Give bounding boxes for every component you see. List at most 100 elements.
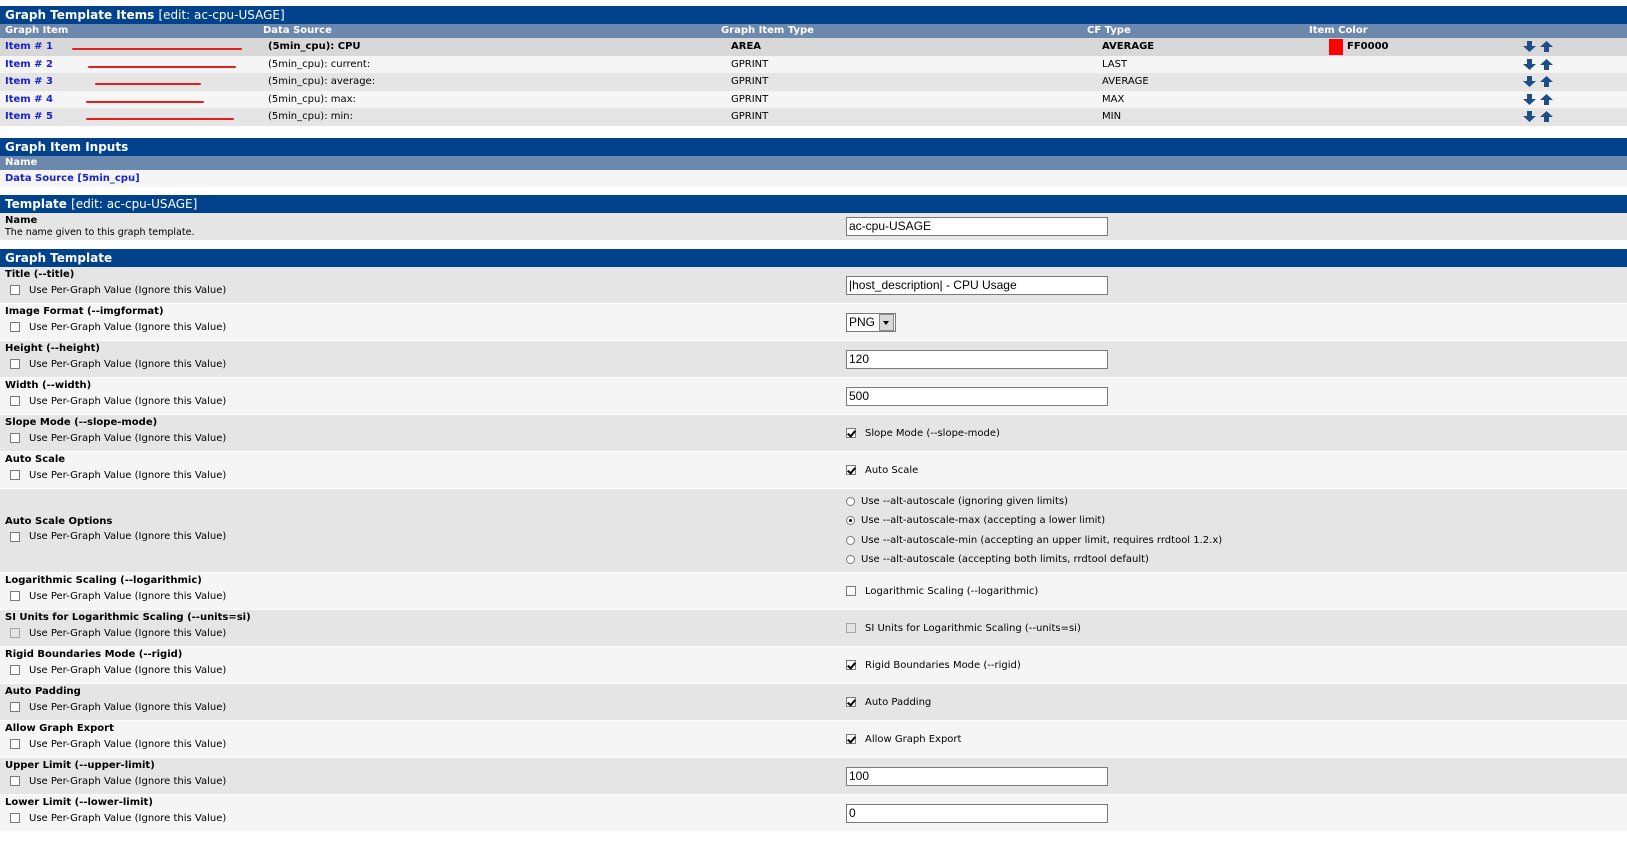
col-graph-item: Graph Item (5, 25, 69, 36)
items-section-edit-link[interactable]: [edit: ac-cpu-USAGE] (158, 8, 284, 22)
arrow-up-icon[interactable] (1540, 76, 1553, 88)
template-section-edit-link[interactable]: [edit: ac-cpu-USAGE] (71, 197, 197, 211)
per-graph-checkbox[interactable] (10, 628, 20, 638)
autoscale-radio-label: Use --alt-autoscale (ignoring given limi… (861, 495, 1069, 507)
slope-mode-checkbox[interactable] (846, 428, 856, 438)
arrow-down-icon[interactable] (1523, 58, 1536, 70)
col-item-color: Item Color (1309, 25, 1368, 36)
list-item[interactable]: Data Source [5min_cpu] (0, 169, 1627, 187)
imgformat-select[interactable]: PNG (846, 312, 896, 332)
arrow-down-icon[interactable] (1523, 111, 1536, 123)
graph-item-link[interactable]: Item # 5 (5, 111, 53, 122)
per-graph-checkbox[interactable] (10, 285, 20, 295)
table-row[interactable]: Item # 1 (5min_cpu): CPU AREA AVERAGE FF… (0, 38, 1627, 56)
imgformat-value: PNG (849, 315, 876, 329)
per-graph-checkbox[interactable] (10, 433, 20, 443)
si-units-label: SI Units for Logarithmic Scaling (--unit… (5, 612, 251, 623)
per-graph-checkbox[interactable] (10, 665, 20, 675)
arrow-up-icon[interactable] (1540, 111, 1553, 123)
per-graph-checkbox[interactable] (10, 322, 20, 332)
export-check-label: Allow Graph Export (865, 733, 962, 745)
redaction-scribble (72, 48, 242, 50)
items-section-header: Graph Template Items [edit: ac-cpu-USAGE… (0, 6, 1627, 24)
arrow-down-icon[interactable] (1523, 93, 1536, 105)
export-checkbox[interactable] (846, 734, 856, 744)
per-graph-checkbox[interactable] (10, 470, 20, 480)
template-section-title: Template (5, 197, 67, 211)
per-graph-checkbox[interactable] (10, 359, 20, 369)
graph-item-link[interactable]: Item # 2 (5, 59, 53, 70)
color-swatch (1329, 38, 1343, 55)
title-label: Title (--title) (5, 269, 75, 280)
autoscale-max-radio[interactable] (846, 516, 855, 526)
per-graph-label: Use Per-Graph Value (Ignore this Value) (29, 469, 227, 481)
log-row: Logarithmic Scaling (--logarithmic) Use … (0, 573, 1627, 610)
arrow-up-icon[interactable] (1540, 58, 1553, 70)
per-graph-label: Use Per-Graph Value (Ignore this Value) (29, 395, 227, 407)
autoscale-min-radio[interactable] (846, 535, 855, 545)
chevron-down-icon[interactable] (879, 313, 894, 331)
lower-limit-input[interactable]: 0 (846, 803, 1108, 823)
upper-limit-row: Upper Limit (--upper-limit) Use Per-Grap… (0, 758, 1627, 795)
template-name-label: Name (5, 215, 38, 226)
export-row: Allow Graph Export Use Per-Graph Value (… (0, 721, 1627, 758)
table-row[interactable]: Item # 2 (5min_cpu): current: GPRINT LAS… (0, 55, 1627, 73)
autoscale-max-radio-label: Use --alt-autoscale-max (accepting a low… (861, 515, 1106, 527)
width-row: Width (--width) Use Per-Graph Value (Ign… (0, 378, 1627, 415)
arrow-down-icon[interactable] (1523, 76, 1536, 88)
autoscale-both-radio[interactable] (846, 555, 855, 565)
autoscale-options-row: Auto Scale Options Use Per-Graph Value (… (0, 489, 1627, 573)
slope-mode-check-label: Slope Mode (--slope-mode) (865, 427, 1000, 439)
table-row[interactable]: Item # 3 (5min_cpu): average: GPRINT AVE… (0, 73, 1627, 91)
imgformat-label: Image Format (--imgformat) (5, 306, 164, 317)
table-row[interactable]: Item # 4 (5min_cpu): max: GPRINT MAX (0, 90, 1627, 108)
item-type-cell: GPRINT (731, 93, 769, 105)
items-section-title: Graph Template Items (5, 8, 155, 22)
si-units-checkbox[interactable] (846, 623, 856, 633)
log-checkbox[interactable] (846, 586, 856, 596)
autoscale-radio[interactable] (846, 496, 855, 506)
template-name-desc: The name given to this graph template. (5, 227, 195, 238)
per-graph-checkbox[interactable] (10, 813, 20, 823)
height-input[interactable]: 120 (846, 349, 1108, 369)
item-type-cell: GPRINT (731, 58, 769, 70)
col-cf-type: CF Type (1087, 25, 1131, 36)
per-graph-label: Use Per-Graph Value (Ignore this Value) (29, 432, 227, 444)
per-graph-label: Use Per-Graph Value (Ignore this Value) (29, 284, 227, 296)
inputs-column-header: Name (0, 155, 1627, 170)
per-graph-checkbox[interactable] (10, 591, 20, 601)
redaction-scribble (86, 100, 204, 103)
per-graph-label: Use Per-Graph Value (Ignore this Value) (29, 775, 227, 787)
per-graph-checkbox[interactable] (10, 776, 20, 786)
template-section-header: Template [edit: ac-cpu-USAGE] (0, 195, 1627, 213)
template-name-input[interactable]: ac-cpu-USAGE (846, 217, 1108, 236)
col-graph-item-type: Graph Item Type (721, 25, 814, 36)
width-input[interactable]: 500 (846, 386, 1108, 406)
arrow-up-icon[interactable] (1540, 93, 1553, 105)
title-input[interactable]: |host_description| - CPU Usage (846, 275, 1108, 295)
per-graph-checkbox[interactable] (10, 531, 20, 542)
data-source-input-link[interactable]: Data Source [5min_cpu] (5, 173, 140, 184)
graph-item-link[interactable]: Item # 4 (5, 94, 53, 105)
graph-item-link[interactable]: Item # 1 (5, 41, 53, 52)
redaction-scribble (95, 83, 201, 85)
upper-limit-input[interactable]: 100 (846, 766, 1108, 786)
padding-checkbox[interactable] (846, 697, 856, 707)
data-source-cell: (5min_cpu): average: (268, 76, 376, 87)
per-graph-checkbox[interactable] (10, 396, 20, 406)
per-graph-label: Use Per-Graph Value (Ignore this Value) (29, 738, 227, 750)
autoscale-checkbox[interactable] (846, 465, 856, 475)
graph-item-link[interactable]: Item # 3 (5, 76, 53, 87)
col-data-source: Data Source (263, 25, 332, 36)
per-graph-label: Use Per-Graph Value (Ignore this Value) (29, 812, 227, 824)
arrow-up-icon[interactable] (1540, 41, 1553, 53)
table-row[interactable]: Item # 5 (5min_cpu): min: GPRINT MIN (0, 108, 1627, 126)
width-label: Width (--width) (5, 380, 92, 391)
col-name: Name (5, 156, 38, 168)
autoscale-check-label: Auto Scale (865, 464, 919, 476)
rigid-checkbox[interactable] (846, 660, 856, 670)
per-graph-checkbox[interactable] (10, 739, 20, 749)
template-name-row: Name The name given to this graph templa… (0, 213, 1627, 241)
arrow-down-icon[interactable] (1523, 41, 1536, 53)
per-graph-checkbox[interactable] (10, 702, 20, 712)
